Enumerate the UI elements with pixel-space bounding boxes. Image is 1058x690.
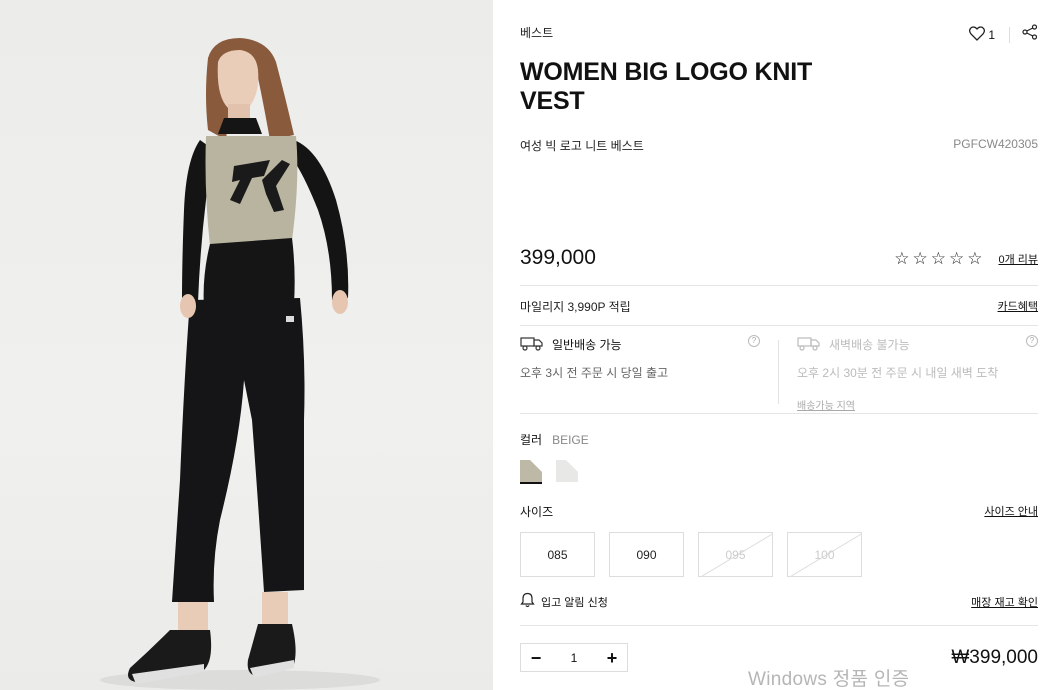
normal-shipping-title: 일반배송 가능 bbox=[552, 338, 622, 352]
model-photo bbox=[100, 38, 380, 690]
size-option-090[interactable]: 090 bbox=[609, 532, 684, 577]
color-label: 컬러 bbox=[520, 433, 543, 447]
action-divider bbox=[1009, 26, 1010, 43]
like-count: 1 bbox=[988, 27, 995, 42]
dawn-shipping: 새벽배송 불가능 오후 2시 30분 전 주문 시 내일 새벽 도착 배송가능 … bbox=[797, 335, 1038, 414]
normal-shipping: 일반배송 가능 오후 3시 전 주문 시 당일 출고 ? bbox=[520, 335, 760, 381]
star-icon: ☆ bbox=[948, 249, 965, 268]
review-link[interactable]: 0개 리뷰 bbox=[998, 251, 1038, 267]
divider bbox=[520, 325, 1038, 326]
color-swatches bbox=[520, 460, 578, 484]
product-price: 399,000 bbox=[520, 246, 596, 269]
total-price: ₩399,000 bbox=[951, 647, 1038, 668]
share-icon[interactable] bbox=[1022, 24, 1038, 45]
color-row: 컬러 BEIGE bbox=[520, 431, 589, 448]
bell-icon bbox=[520, 592, 535, 611]
dawn-shipping-desc: 오후 2시 30분 전 주문 시 내일 새벽 도착 bbox=[797, 366, 999, 380]
star-icon: ☆ bbox=[912, 249, 928, 268]
divider bbox=[520, 625, 1038, 626]
size-option-085[interactable]: 085 bbox=[520, 532, 595, 577]
restock-label: 입고 알림 신청 bbox=[541, 596, 608, 609]
quantity-value[interactable]: 1 bbox=[571, 651, 578, 665]
truck-icon bbox=[520, 335, 544, 354]
like-button[interactable]: 1 bbox=[969, 25, 995, 44]
size-option-label: 100 bbox=[814, 547, 835, 562]
size-label: 사이즈 bbox=[520, 505, 554, 519]
delivery-area-link[interactable]: 배송가능 지역 bbox=[797, 397, 855, 412]
size-option-095[interactable]: 095 bbox=[698, 532, 773, 577]
swatch-white[interactable] bbox=[556, 460, 578, 484]
restock-alert[interactable]: 입고 알림 신청 bbox=[520, 592, 608, 611]
swatch-beige[interactable] bbox=[520, 460, 542, 484]
heart-icon bbox=[969, 25, 986, 44]
size-options: 085 090 095 100 bbox=[520, 532, 862, 577]
card-benefit-link[interactable]: 카드혜택 bbox=[998, 298, 1038, 314]
quantity-minus-button[interactable]: − bbox=[529, 649, 543, 667]
size-option-label: 095 bbox=[725, 547, 746, 562]
size-option-100[interactable]: 100 bbox=[787, 532, 862, 577]
normal-shipping-desc: 오후 3시 전 주문 시 당일 출고 bbox=[520, 366, 669, 380]
rating: ☆ ☆ ☆ ☆ ☆ 0개 리뷰 bbox=[894, 250, 1038, 268]
store-stock-link[interactable]: 매장 재고 확인 bbox=[971, 594, 1038, 610]
top-actions: 1 bbox=[969, 24, 1038, 45]
quantity-stepper: − 1 + bbox=[520, 643, 628, 672]
os-activation-watermark: Windows 정품 인증 bbox=[748, 669, 910, 690]
dawn-truck-icon bbox=[797, 335, 821, 354]
product-title: WOMEN BIG LOGO KNIT VEST bbox=[520, 58, 813, 115]
product-image bbox=[0, 0, 493, 690]
divider bbox=[520, 413, 1038, 414]
star-rating: ☆ ☆ ☆ ☆ ☆ bbox=[894, 250, 982, 268]
star-icon: ☆ bbox=[967, 249, 983, 268]
product-subtitle: 여성 빅 로고 니트 베스트 bbox=[520, 139, 644, 153]
help-icon[interactable]: ? bbox=[748, 335, 760, 347]
dawn-shipping-title: 새벽배송 불가능 bbox=[829, 338, 910, 352]
size-guide-link[interactable]: 사이즈 안내 bbox=[984, 503, 1038, 519]
shipping-divider bbox=[778, 340, 779, 404]
star-icon: ☆ bbox=[894, 249, 910, 268]
category-label[interactable]: 베스트 bbox=[520, 24, 553, 41]
star-icon: ☆ bbox=[930, 249, 946, 268]
mileage-text: 마일리지 3,990P 적립 bbox=[520, 300, 631, 314]
color-value: BEIGE bbox=[552, 433, 589, 447]
help-icon[interactable]: ? bbox=[1026, 335, 1038, 347]
divider bbox=[520, 285, 1038, 286]
quantity-plus-button[interactable]: + bbox=[605, 649, 619, 667]
product-detail-panel: 베스트 1 WOMEN BIG LOGO KNIT VEST 여성 빅 로고 니… bbox=[520, 0, 1038, 690]
product-code: PGFCW420305 bbox=[953, 137, 1038, 151]
